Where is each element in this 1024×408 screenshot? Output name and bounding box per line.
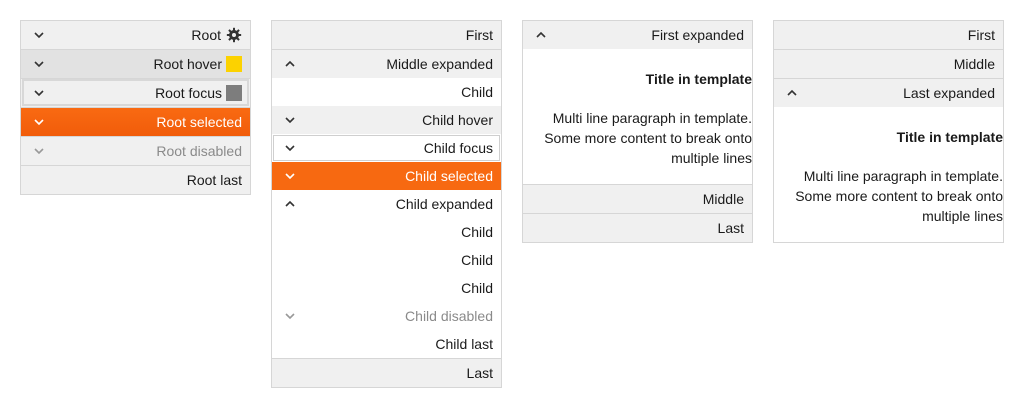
chevron-down-icon bbox=[283, 309, 297, 323]
item-label: Child last bbox=[435, 336, 493, 352]
item-label: Last bbox=[717, 220, 744, 236]
template-title: Title in template bbox=[896, 129, 1003, 145]
item-label: Child bbox=[461, 224, 493, 240]
item-label: Root disabled bbox=[156, 143, 242, 159]
item-label: Child bbox=[461, 252, 493, 268]
panelbar-child-states: First Middle expanded Child Child hover … bbox=[271, 20, 502, 388]
panelbar-template-first: First expanded Title in template Multi l… bbox=[522, 20, 753, 243]
panelbar-item-root-disabled: Root disabled bbox=[21, 136, 250, 165]
panelbar-item-root[interactable]: Root bbox=[21, 21, 250, 49]
chevron-down-icon bbox=[283, 113, 297, 127]
panelbar-child-item-selected[interactable]: Child selected bbox=[272, 162, 501, 190]
item-label: Child hover bbox=[422, 112, 493, 128]
item-label: Middle expanded bbox=[386, 56, 493, 72]
paragraph-line: Multi line paragraph in template. bbox=[552, 110, 752, 126]
template-content: Title in template Multi line paragraph i… bbox=[774, 128, 1003, 226]
item-label: First bbox=[465, 27, 493, 43]
paragraph-line: Some more content to break onto bbox=[544, 130, 752, 146]
panelbar-child-item[interactable]: Child bbox=[272, 78, 501, 106]
item-label: Child selected bbox=[405, 168, 493, 184]
yellow-swatch-icon bbox=[226, 56, 242, 72]
chevron-down-icon bbox=[32, 144, 46, 158]
panelbar-child-item[interactable]: Child bbox=[272, 246, 501, 274]
panelbar-item-root-hover[interactable]: Root hover bbox=[21, 49, 250, 78]
panelbar-child-item[interactable]: Child bbox=[272, 218, 501, 246]
chevron-down-icon bbox=[32, 86, 46, 100]
template-paragraph: Multi line paragraph in template. Some m… bbox=[523, 108, 752, 168]
chevron-down-icon bbox=[32, 57, 46, 71]
panelbar-root-states: Root Root hover Root focus Root selected… bbox=[20, 20, 251, 195]
panelbar-item-root-last[interactable]: Root last bbox=[21, 165, 250, 194]
panelbar-child-item-expanded[interactable]: Child expanded bbox=[272, 190, 501, 218]
chevron-up-icon bbox=[283, 57, 297, 71]
item-label: Child focus bbox=[423, 140, 493, 156]
panelbar-item-root-selected[interactable]: Root selected bbox=[21, 107, 250, 136]
panelbar-item-first[interactable]: First bbox=[774, 21, 1003, 49]
panelbar-template-last: First Middle Last expanded Title in temp… bbox=[773, 20, 1004, 243]
item-label: Middle bbox=[702, 191, 744, 207]
chevron-down-icon bbox=[32, 115, 46, 129]
item-label: Middle bbox=[953, 56, 995, 72]
item-label: Child disabled bbox=[405, 308, 493, 324]
panelbar-item-root-focus[interactable]: Root focus bbox=[21, 78, 250, 107]
paragraph-line: multiple lines bbox=[671, 150, 752, 166]
template-title: Title in template bbox=[645, 71, 752, 87]
panelbar-item-last[interactable]: Last bbox=[272, 358, 501, 387]
item-label: Last expanded bbox=[903, 85, 995, 101]
item-label: Root bbox=[191, 27, 221, 43]
chevron-up-icon bbox=[283, 197, 297, 211]
paragraph-line: Some more content to break onto bbox=[795, 188, 1003, 204]
item-label: First expanded bbox=[651, 27, 744, 43]
item-label: Root last bbox=[186, 172, 242, 188]
panelbar-item-middle[interactable]: Middle bbox=[774, 49, 1003, 78]
panelbar-child-item-disabled: Child disabled bbox=[272, 302, 501, 330]
paragraph-line: Multi line paragraph in template. bbox=[803, 168, 1003, 184]
panelbar-item-first-expanded[interactable]: First expanded bbox=[523, 21, 752, 49]
panelbar-child-item[interactable]: Child bbox=[272, 274, 501, 302]
gear-icon bbox=[226, 27, 242, 43]
panelbar-item-middle-expanded[interactable]: Middle expanded bbox=[272, 49, 501, 78]
chevron-down-icon bbox=[32, 28, 46, 42]
chevron-down-icon bbox=[283, 141, 297, 155]
item-label: First bbox=[967, 27, 995, 43]
panelbar-item-first[interactable]: First bbox=[272, 21, 501, 49]
item-label: Child bbox=[461, 84, 493, 100]
item-label: Root selected bbox=[156, 114, 242, 130]
gray-swatch-icon bbox=[226, 85, 242, 101]
panelbar-item-middle[interactable]: Middle bbox=[523, 184, 752, 213]
panelbar-child-item-hover[interactable]: Child hover bbox=[272, 106, 501, 134]
template-paragraph: Multi line paragraph in template. Some m… bbox=[774, 166, 1003, 226]
panelbar-child-item-last[interactable]: Child last bbox=[272, 330, 501, 358]
chevron-down-icon bbox=[283, 169, 297, 183]
item-label: Root hover bbox=[153, 56, 222, 72]
panelbar-child-item-focus[interactable]: Child focus bbox=[272, 134, 501, 162]
template-content: Title in template Multi line paragraph i… bbox=[523, 70, 752, 168]
item-label: Child bbox=[461, 280, 493, 296]
chevron-up-icon bbox=[534, 28, 548, 42]
chevron-up-icon bbox=[785, 86, 799, 100]
panelbar-item-last[interactable]: Last bbox=[523, 213, 752, 242]
item-label: Last bbox=[466, 365, 493, 381]
panelbar-item-last-expanded[interactable]: Last expanded bbox=[774, 78, 1003, 107]
item-label: Root focus bbox=[155, 85, 222, 101]
paragraph-line: multiple lines bbox=[922, 208, 1003, 224]
item-label: Child expanded bbox=[395, 196, 493, 212]
